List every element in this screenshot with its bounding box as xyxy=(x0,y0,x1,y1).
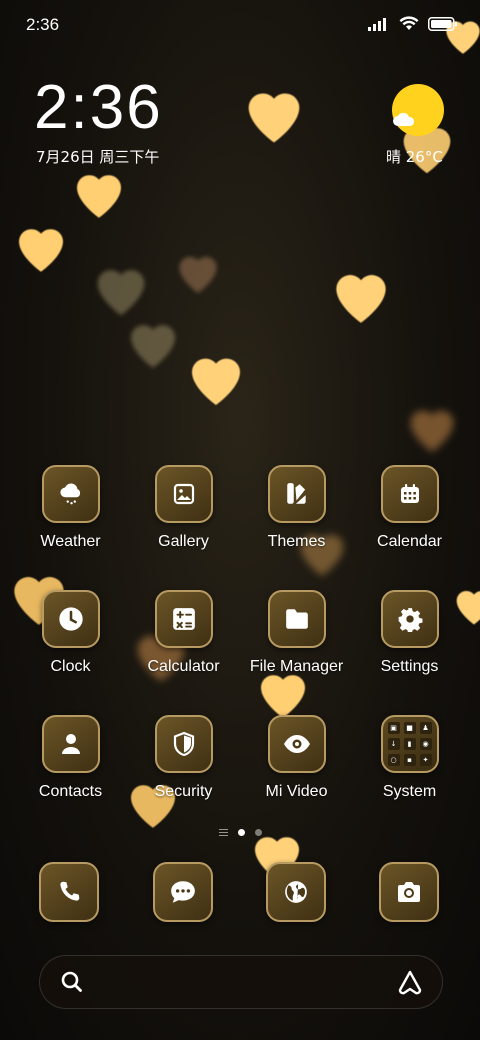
calculator-icon xyxy=(154,590,213,648)
heart-decor xyxy=(120,310,186,376)
status-bar: 2:36 xyxy=(0,0,480,50)
sun-icon[interactable] xyxy=(392,84,444,136)
app-label: Calendar xyxy=(377,533,442,550)
app-label: Themes xyxy=(267,533,326,550)
assistant-icon[interactable] xyxy=(396,969,424,999)
cloud-rain-icon xyxy=(41,465,100,523)
heart-decor xyxy=(180,342,252,414)
folder-system[interactable]: ▣ ■ ♟ ↓ ▮ ◉ ○ ▪ ✦ System xyxy=(353,715,466,825)
heart-decor xyxy=(66,160,132,226)
folder-icon xyxy=(267,590,326,648)
heart-decor xyxy=(236,76,312,152)
app-themes[interactable]: Themes xyxy=(240,465,353,575)
app-label: Mi Video xyxy=(265,783,328,800)
page-dot-active xyxy=(237,829,245,836)
app-label: Clock xyxy=(50,658,91,675)
message-icon xyxy=(152,862,213,922)
folder-grid-icon: ▣ ■ ♟ ↓ ▮ ◉ ○ ▪ ✦ xyxy=(380,715,439,773)
app-settings[interactable]: Settings xyxy=(353,590,466,700)
app-label: Gallery xyxy=(158,533,209,550)
wifi-icon xyxy=(399,16,419,35)
heart-decor xyxy=(86,254,156,324)
signal-icon xyxy=(368,16,390,35)
app-weather[interactable]: Weather xyxy=(14,465,127,575)
app-label: Settings xyxy=(380,658,439,675)
globe-icon xyxy=(265,862,326,922)
shield-icon xyxy=(154,715,213,773)
search-icon xyxy=(60,970,84,998)
page-dot xyxy=(254,829,262,836)
search-bar[interactable] xyxy=(39,955,443,1009)
app-label: File Manager xyxy=(249,658,344,675)
app-label: System xyxy=(382,783,437,800)
heart-decor xyxy=(8,214,74,280)
camera-icon xyxy=(378,862,439,922)
app-calendar[interactable]: Calendar xyxy=(353,465,466,575)
cloud-icon xyxy=(393,112,415,126)
app-label: Calculator xyxy=(147,658,220,675)
clock-widget-time[interactable]: 2:36 xyxy=(34,72,163,143)
gear-icon xyxy=(380,590,439,648)
eye-icon xyxy=(267,715,326,773)
battery-icon xyxy=(428,16,458,35)
app-security[interactable]: Security xyxy=(127,715,240,825)
clock-widget-date: 7月26日 周三下午 xyxy=(36,148,160,166)
person-icon xyxy=(41,715,100,773)
app-file-manager[interactable]: File Manager xyxy=(240,590,353,700)
image-icon xyxy=(154,465,213,523)
phone-icon xyxy=(38,862,99,922)
app-gallery[interactable]: Gallery xyxy=(127,465,240,575)
app-calculator[interactable]: Calculator xyxy=(127,590,240,700)
app-clock[interactable]: Clock xyxy=(14,590,127,700)
status-time: 2:36 xyxy=(26,15,60,34)
heart-decor xyxy=(400,396,464,460)
weather-widget-text: 晴 26°C xyxy=(386,148,443,166)
app-drawer-lines-icon xyxy=(218,829,228,836)
app-label: Security xyxy=(154,783,213,800)
clock-icon xyxy=(41,590,100,648)
calendar-icon xyxy=(380,465,439,523)
app-contacts[interactable]: Contacts xyxy=(14,715,127,825)
app-mi-video[interactable]: Mi Video xyxy=(240,715,353,825)
app-label: Contacts xyxy=(38,783,103,800)
page-indicator[interactable] xyxy=(0,829,480,836)
heart-decor xyxy=(170,244,226,300)
heart-decor xyxy=(324,258,398,332)
app-label: Weather xyxy=(40,533,101,550)
palette-icon xyxy=(267,465,326,523)
